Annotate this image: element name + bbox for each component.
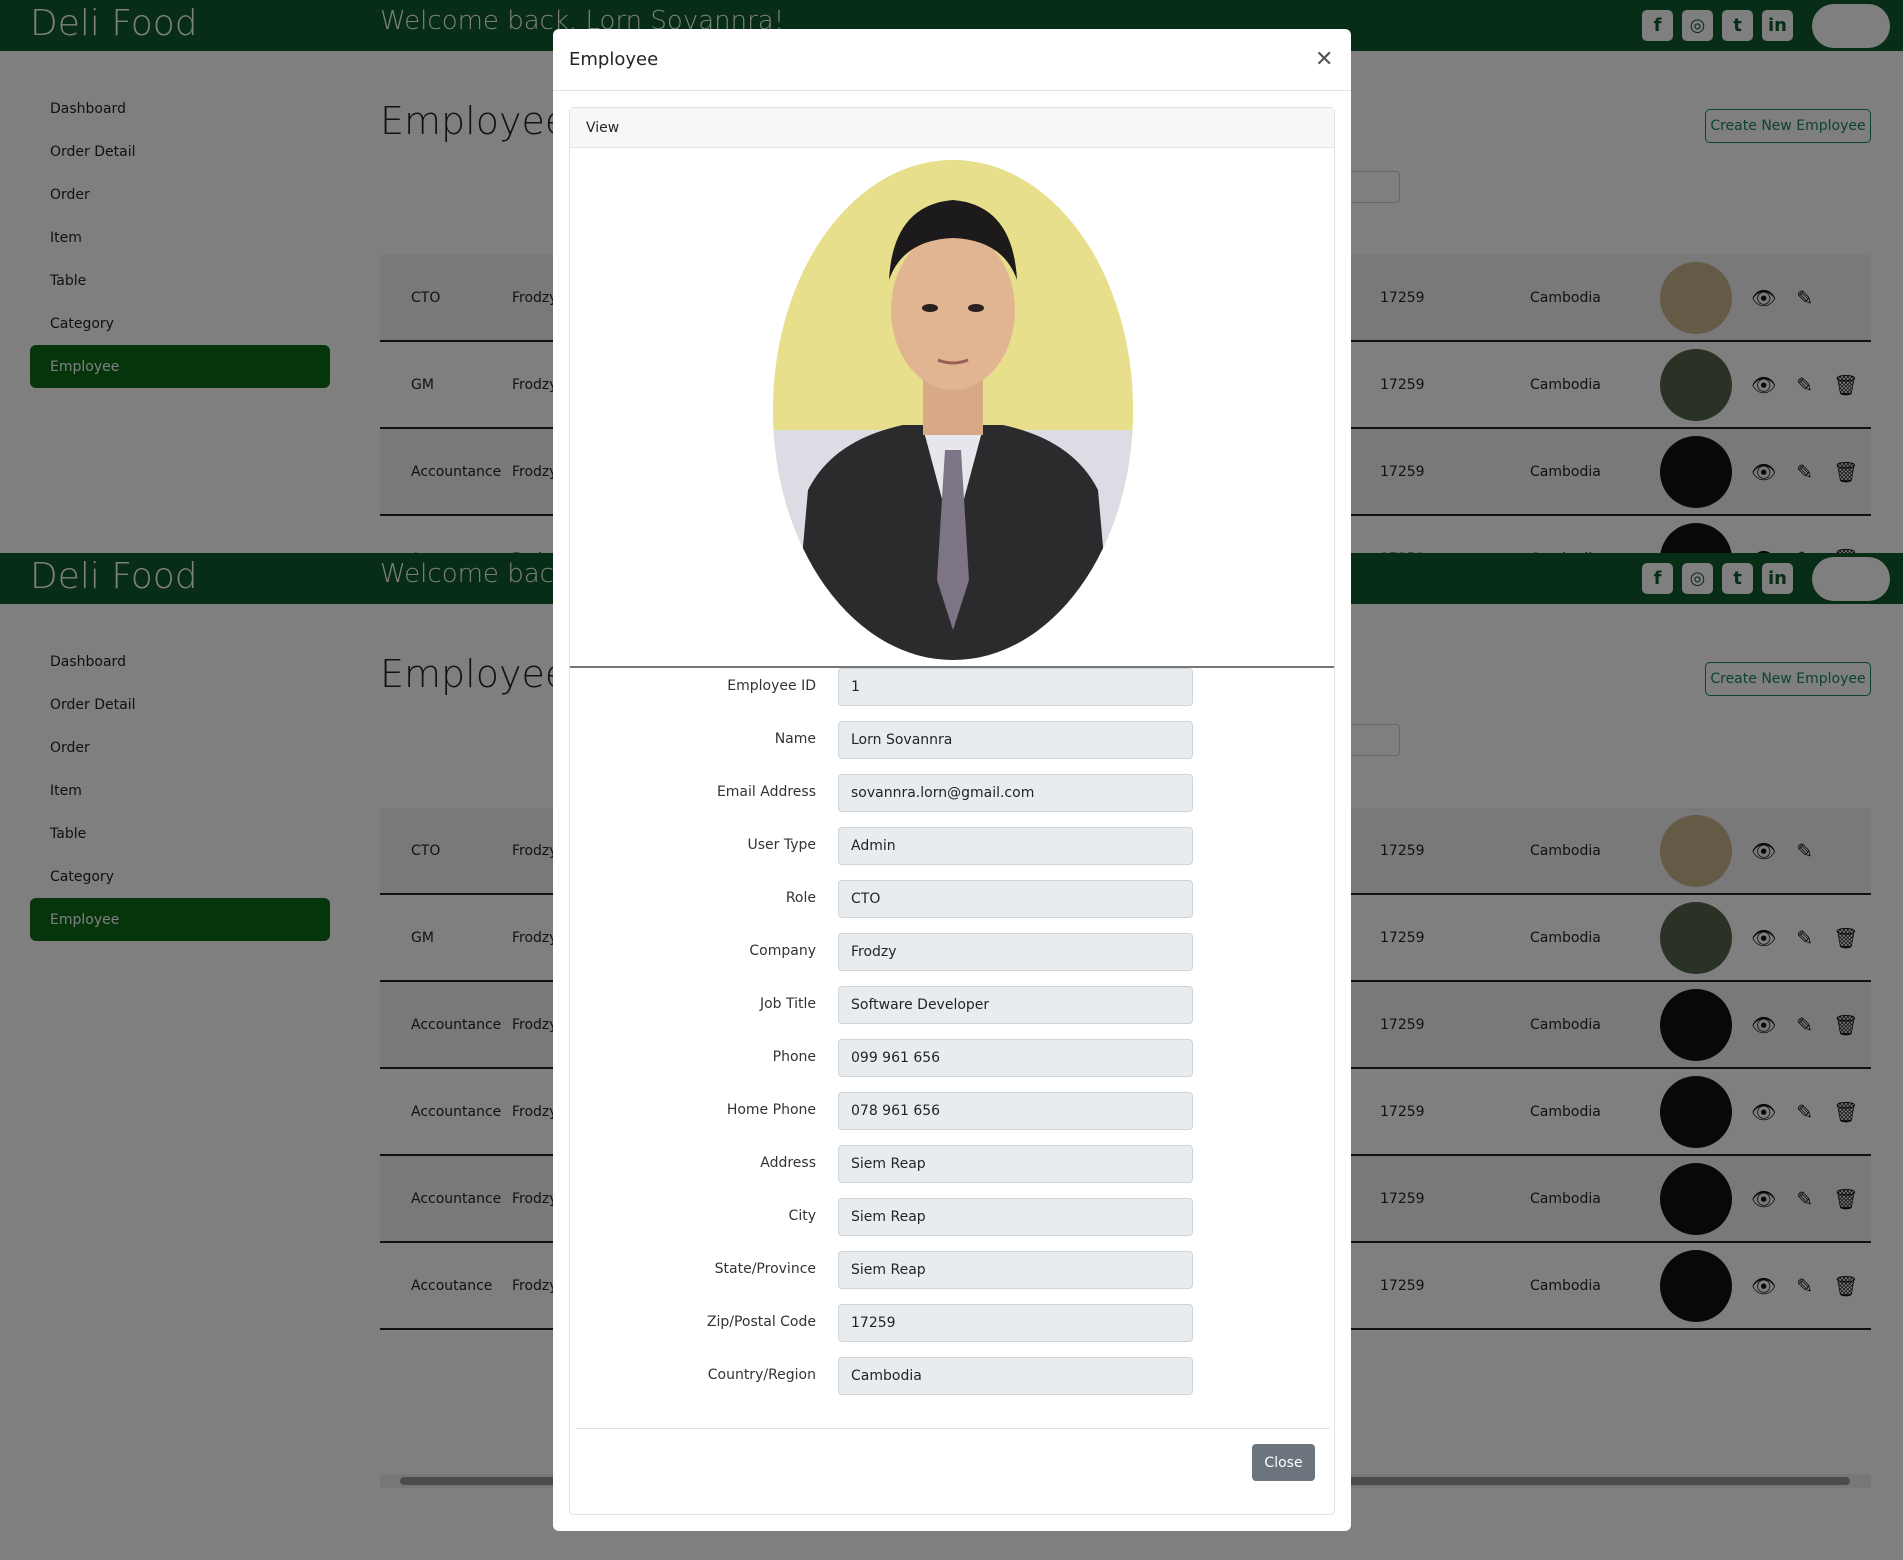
- job-title-label: Job Title: [759, 996, 816, 1012]
- user-type-label: User Type: [747, 837, 816, 853]
- form-row: Zip/Postal Code: [570, 1304, 1336, 1357]
- view-card: View Employee ID Name Email Address: [569, 107, 1335, 1515]
- form-row: Company: [570, 933, 1336, 986]
- city-label: City: [788, 1208, 816, 1224]
- country-region-label: Country/Region: [707, 1367, 816, 1383]
- zip-postal-code-field[interactable]: [838, 1304, 1193, 1342]
- name-label: Name: [774, 731, 816, 747]
- employee-id-label: Employee ID: [727, 678, 816, 694]
- form-row: State/Province: [570, 1251, 1336, 1304]
- company-label: Company: [749, 943, 816, 959]
- city-field[interactable]: [838, 1198, 1193, 1236]
- country-region-field[interactable]: [838, 1357, 1193, 1395]
- address-field[interactable]: [838, 1145, 1193, 1183]
- form-row: Employee ID: [570, 668, 1336, 721]
- employee-id-field[interactable]: [838, 668, 1193, 706]
- state-province-label: State/Province: [714, 1261, 816, 1277]
- user-type-field[interactable]: [838, 827, 1193, 865]
- home-phone-label: Home Phone: [726, 1102, 816, 1118]
- form-row: Name: [570, 721, 1336, 774]
- footer-divider: [576, 1428, 1330, 1429]
- home-phone-field[interactable]: [838, 1092, 1193, 1130]
- portrait-section: [570, 148, 1334, 668]
- modal-header: Employee ✕: [553, 29, 1351, 91]
- form-row: Role: [570, 880, 1336, 933]
- employee-modal: Employee ✕ View Employee ID 1 Name Lorn …: [553, 29, 1351, 1531]
- employee-form: Employee ID Name Email Address User Type Rol…: [570, 668, 1336, 1410]
- job-title-field[interactable]: [838, 986, 1193, 1024]
- employee-photo: [773, 160, 1133, 660]
- form-row: Phone: [570, 1039, 1336, 1092]
- form-row: Email Address: [570, 774, 1336, 827]
- state-province-field[interactable]: [838, 1251, 1193, 1289]
- email-address-field[interactable]: [838, 774, 1193, 812]
- email-address-label: Email Address: [716, 784, 816, 800]
- name-field[interactable]: [838, 721, 1193, 759]
- phone-field[interactable]: [838, 1039, 1193, 1077]
- card-header: View: [570, 108, 1334, 148]
- zip-postal-code-label: Zip/Postal Code: [706, 1314, 816, 1330]
- form-row: Home Phone: [570, 1092, 1336, 1145]
- close-button[interactable]: Close: [1252, 1444, 1315, 1481]
- address-label: Address: [760, 1155, 816, 1171]
- form-row: Address: [570, 1145, 1336, 1198]
- phone-label: Phone: [772, 1049, 816, 1065]
- form-row: User Type: [570, 827, 1336, 880]
- form-row: Country/Region: [570, 1357, 1336, 1410]
- company-field[interactable]: [838, 933, 1193, 971]
- role-field[interactable]: [838, 880, 1193, 918]
- form-row: Job Title: [570, 986, 1336, 1039]
- role-label: Role: [785, 890, 816, 906]
- close-icon[interactable]: ✕: [1315, 47, 1333, 72]
- form-row: City: [570, 1198, 1336, 1251]
- modal-title: Employee: [569, 49, 659, 70]
